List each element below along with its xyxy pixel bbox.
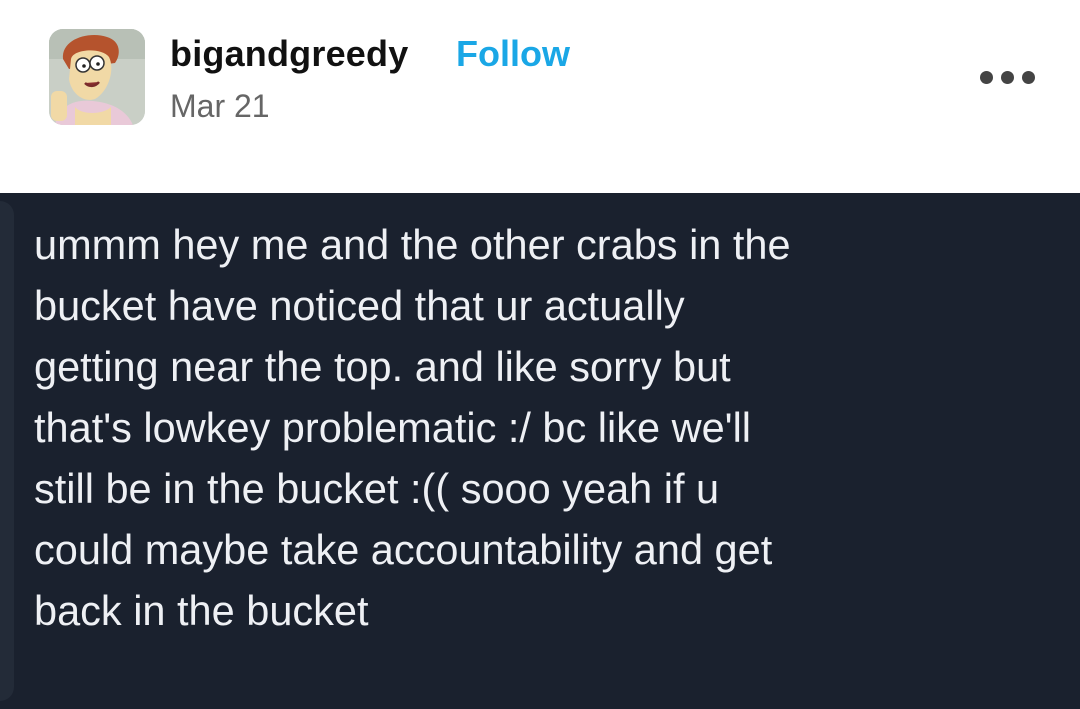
- image-text-line: getting near the top. and like sorry but: [34, 343, 731, 390]
- image-text-line: that's lowkey problematic :/ bc like we'…: [34, 404, 752, 451]
- avatar[interactable]: [49, 29, 145, 125]
- image-text-line: ummm hey me and the other crabs in the: [34, 221, 791, 268]
- post-image[interactable]: ummm hey me and the other crabs in the b…: [0, 193, 1080, 709]
- post-header: bigandgreedy Follow Mar 21: [0, 0, 1080, 193]
- image-text-line: could maybe take accountability and get: [34, 526, 773, 573]
- image-edge-decoration: [0, 201, 14, 701]
- image-text: ummm hey me and the other crabs in the b…: [34, 214, 1064, 641]
- avatar-cartoon-woman-icon: [49, 29, 145, 125]
- username[interactable]: bigandgreedy: [170, 33, 408, 75]
- more-options-button[interactable]: [978, 62, 1038, 92]
- more-horizontal-icon: [980, 71, 993, 84]
- image-text-line: still be in the bucket :(( sooo yeah if …: [34, 465, 720, 512]
- image-text-line: bucket have noticed that ur actually: [34, 282, 685, 329]
- post-date: Mar 21: [170, 88, 270, 124]
- follow-button[interactable]: Follow: [456, 33, 570, 75]
- image-text-line: back in the bucket: [34, 587, 369, 634]
